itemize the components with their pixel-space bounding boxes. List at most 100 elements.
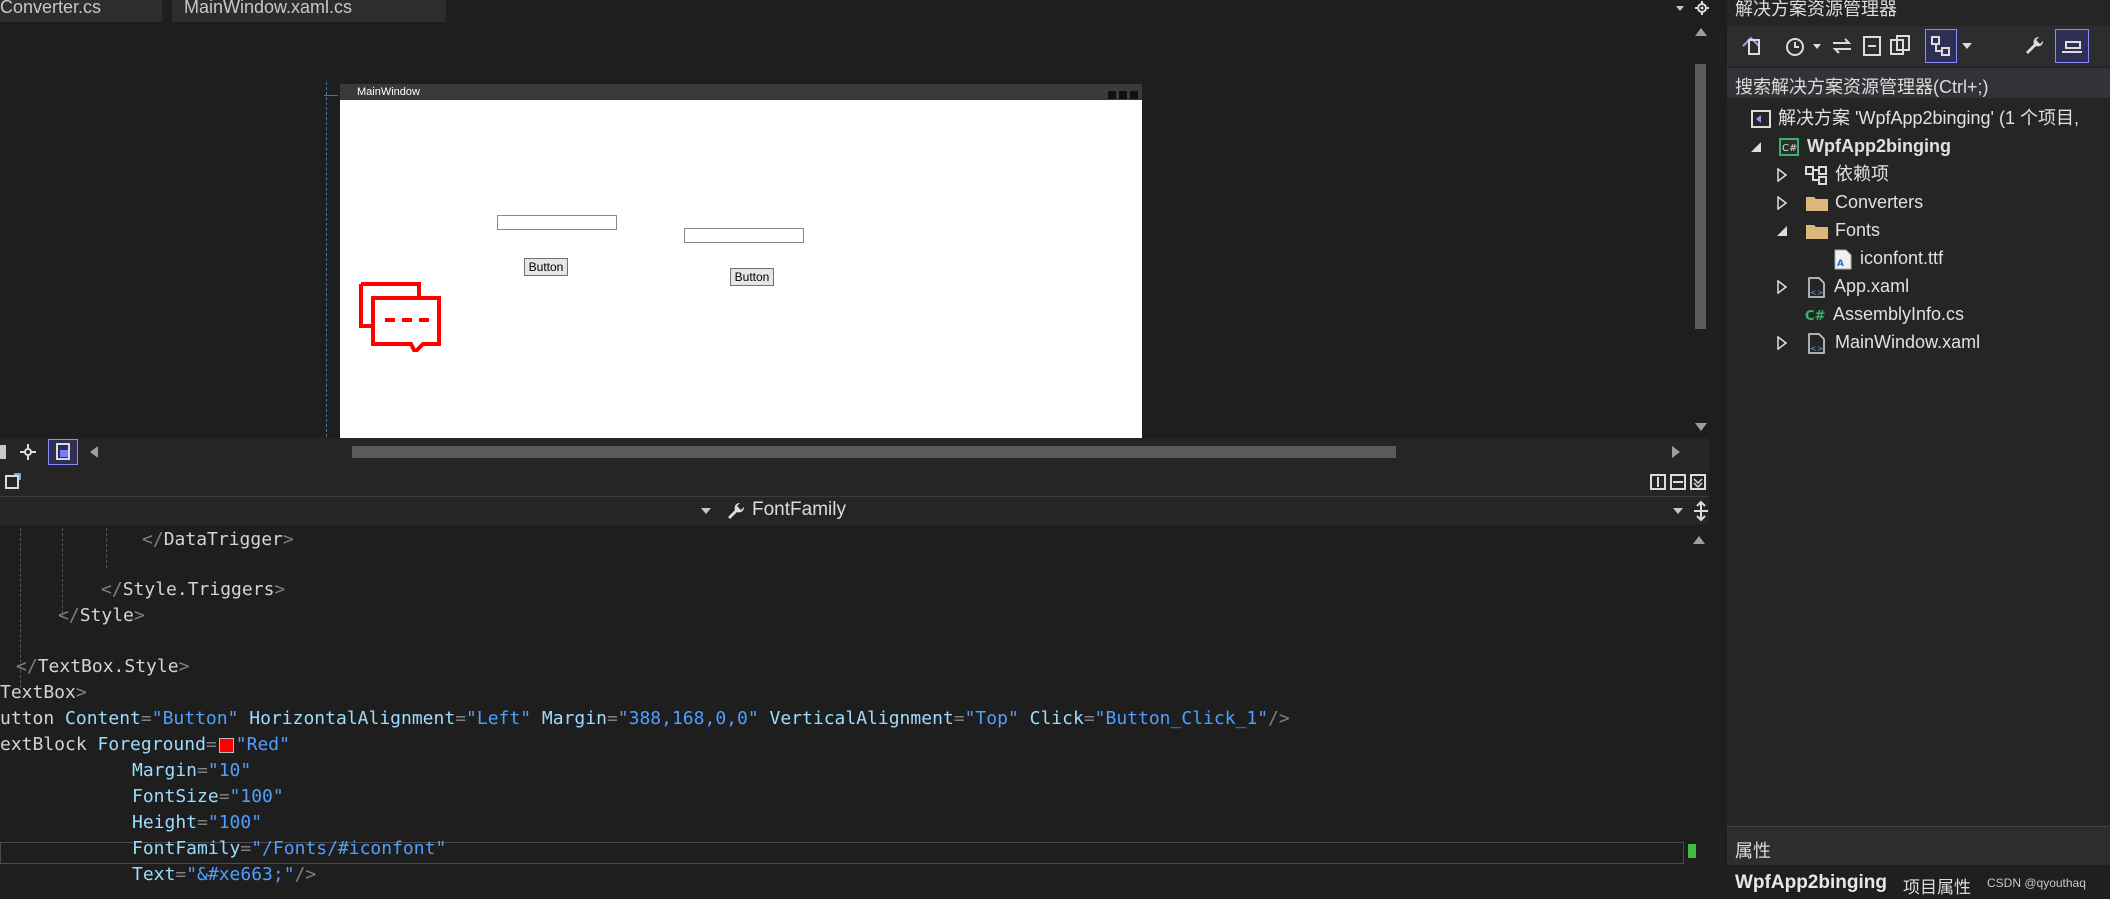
watermark-text: CSDN @qyouthaq (1987, 876, 2086, 890)
expanded-arrow-icon[interactable] (1775, 224, 1789, 238)
effects-toggle-icon[interactable] (48, 439, 78, 465)
split-pane-bar (0, 466, 1709, 496)
code-line: extBlock Foreground= "Red" (0, 734, 290, 755)
window-title-bar: MainWindow (340, 84, 1142, 100)
code-line: FontSize="100" (132, 786, 284, 807)
properties-panel: 属性 WpfApp2binging 项目属性 CSDN @qyouthaq (1727, 826, 2110, 899)
tab-mainwindow-xaml-cs[interactable]: MainWindow.xaml.cs (172, 0, 446, 22)
search-placeholder: 搜索解决方案资源管理器(Ctrl+;) (1735, 77, 1989, 97)
code-line: </Style.Triggers> (101, 579, 286, 600)
scroll-right-icon[interactable] (1670, 445, 1682, 459)
tree-item-mainwindow-xaml[interactable]: <> MainWindow.xaml (1775, 328, 1980, 356)
snap-icon[interactable] (18, 442, 38, 462)
solution-icon (1751, 110, 1771, 129)
pending-changes-icon[interactable] (1783, 34, 1823, 58)
sync-icon[interactable] (1831, 34, 1853, 58)
tree-item-solution[interactable]: 解决方案 'WpfApp2binging' (1 个项目, (1749, 104, 2079, 132)
collapsed-arrow-icon[interactable] (1775, 279, 1789, 295)
layout-buttons-icon[interactable] (1650, 474, 1708, 490)
split-handle-icon[interactable] (1692, 500, 1710, 522)
svg-text:C#: C# (1782, 143, 1797, 154)
csharp-project-icon: C# (1779, 138, 1800, 157)
swap-panes-icon[interactable] (4, 472, 22, 490)
tree-label: App.xaml (1834, 276, 1910, 296)
solution-search-box[interactable]: 搜索解决方案资源管理器(Ctrl+;) (1727, 68, 2110, 98)
tree-label: 解决方案 'WpfApp2binging' (1 个项目, (1778, 108, 2079, 128)
textbox-1[interactable] (497, 215, 617, 230)
font-file-icon: A (1834, 249, 1852, 270)
csharp-file-icon: C# (1805, 309, 1826, 324)
scroll-left-icon[interactable] (88, 445, 100, 459)
code-line: </TextBox.Style> (16, 656, 190, 677)
collapsed-arrow-icon[interactable] (1775, 335, 1789, 351)
show-all-files-icon[interactable] (1889, 34, 1911, 58)
tree-label: AssemblyInfo.cs (1833, 304, 1965, 324)
svg-text:C#: C# (1805, 309, 1826, 324)
tree-item-iconfont[interactable]: A iconfont.ttf (1831, 244, 1943, 272)
svg-text:<>: <> (1810, 288, 1823, 297)
preview-selected-icon[interactable] (2055, 29, 2089, 63)
properties-object-row[interactable]: WpfApp2binging 项目属性 CSDN @qyouthaq (1727, 865, 2110, 899)
properties-object: WpfApp2binging (1735, 872, 1887, 893)
chat-bubble-icon (357, 282, 443, 356)
adorner-tick (324, 95, 338, 96)
designer-bottom-toolbar (0, 438, 1709, 466)
panel-title: 解决方案资源管理器 (1735, 0, 1897, 19)
element-selector-dropdown[interactable] (0, 497, 718, 524)
adorner-line (326, 82, 329, 437)
tab-converter[interactable]: Converter.cs (0, 0, 162, 22)
tree-item-converters[interactable]: Converters (1775, 188, 1923, 216)
view-toggle-icon[interactable] (1925, 29, 1957, 63)
designer-main-window[interactable]: MainWindow Button Button (340, 84, 1142, 438)
tree-item-fonts[interactable]: Fonts (1775, 216, 1880, 244)
property-selector-dropdown[interactable]: FontFamily (722, 497, 1688, 524)
grid-toggle-icon[interactable] (0, 445, 6, 459)
window-controls-icon (1108, 88, 1138, 99)
folder-open-icon (1806, 225, 1829, 240)
collapsed-arrow-icon[interactable] (1775, 167, 1789, 183)
tree-item-app-xaml[interactable]: <> App.xaml (1775, 272, 1909, 300)
horizontal-scrollbar-thumb[interactable] (352, 446, 1396, 458)
textbox-2[interactable] (684, 228, 804, 243)
tab-dropdown-icon[interactable] (1673, 1, 1687, 15)
indent-guide (106, 528, 108, 568)
designer-button-2[interactable]: Button (730, 268, 774, 286)
svg-text:<>: <> (1810, 344, 1823, 353)
tree-label: WpfApp2binging (1807, 136, 1951, 156)
code-text: DataTrigger (163, 529, 283, 550)
xaml-file-icon: <> (1808, 333, 1825, 354)
designer-button-1[interactable]: Button (524, 258, 568, 276)
code-line: FontFamily="/Fonts/#iconfont" (132, 838, 447, 859)
code-line: Text="&#xe663;"/> (132, 864, 317, 885)
code-line: </Style> (58, 605, 145, 626)
color-swatch-icon (218, 737, 234, 753)
tree-item-project[interactable]: C# WpfApp2binging (1749, 132, 1951, 160)
code-line: utton Content="Button" HorizontalAlignme… (0, 708, 1290, 729)
folder-icon (1806, 197, 1829, 212)
tree-item-assemblyinfo[interactable]: C# AssemblyInfo.cs (1803, 300, 1964, 328)
tree-item-dependencies[interactable]: 依赖项 (1775, 160, 1889, 188)
settings-gear-icon[interactable] (1693, 0, 1713, 16)
dropdown-chevron-icon[interactable] (1961, 41, 1973, 51)
dependencies-icon (1805, 166, 1828, 186)
code-line: </DataTrigger> (142, 529, 294, 550)
code-line: Margin="10" (132, 760, 252, 781)
tab-label: MainWindow.xaml.cs (184, 0, 353, 17)
window-title: MainWindow (357, 86, 420, 98)
tree-label: MainWindow.xaml (1835, 332, 1981, 352)
collapse-all-icon[interactable] (1861, 34, 1883, 58)
expanded-arrow-icon[interactable] (1749, 140, 1763, 154)
home-icon[interactable] (1739, 34, 1763, 58)
property-label: FontFamily (752, 499, 846, 520)
collapsed-arrow-icon[interactable] (1775, 195, 1789, 211)
properties-wrench-icon[interactable] (2023, 34, 2047, 58)
xaml-code-editor[interactable]: </DataTrigger> </Style.Triggers> </Style… (0, 528, 1686, 898)
code-navigation-bar: FontFamily (0, 496, 1709, 525)
designer-vertical-scrollbar[interactable] (1691, 22, 1711, 437)
tab-label: Converter.cs (0, 0, 102, 17)
tree-label: Converters (1835, 192, 1924, 212)
code-vertical-scrollbar[interactable] (1688, 528, 1710, 898)
xaml-file-icon: <> (1808, 277, 1825, 298)
document-tab-bar: Converter.cs MainWindow.xaml.cs (0, 0, 1709, 22)
properties-title: 属性 (1735, 841, 1771, 861)
